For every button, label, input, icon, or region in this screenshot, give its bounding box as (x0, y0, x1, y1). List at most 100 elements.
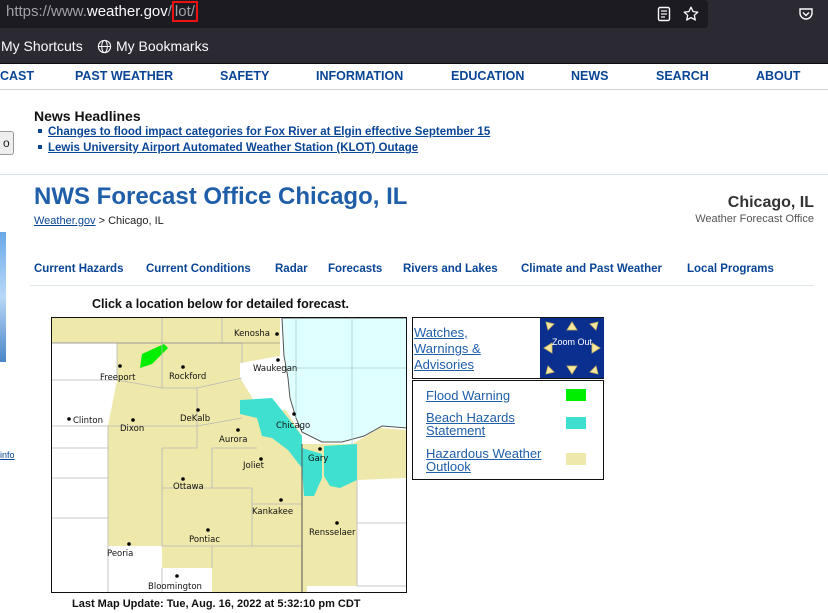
legend-beach-hazards-link[interactable]: Beach Hazards Statement (426, 411, 556, 437)
page-title: NWS Forecast Office Chicago, IL (34, 183, 408, 210)
city-label[interactable]: Rockford (169, 372, 206, 382)
bookmark-my-bookmarks[interactable]: My Bookmarks (116, 38, 209, 54)
subnav-forecasts[interactable]: Forecasts (328, 263, 382, 275)
bullet-icon (38, 145, 42, 149)
hazard-legend: Flood Warning Beach Hazards Statement Ha… (412, 380, 604, 480)
city-label[interactable]: Ottawa (173, 482, 204, 492)
subnav-rivers-lakes[interactable]: Rivers and Lakes (403, 263, 498, 275)
legend-hazardous-outlook-link[interactable]: Hazardous Weather Outlook (426, 447, 556, 473)
city-label[interactable]: Kenosha (234, 329, 270, 339)
city-label[interactable]: Freeport (100, 373, 136, 383)
city-label[interactable]: Clinton (73, 416, 103, 426)
city-marker-icon[interactable] (67, 417, 71, 421)
map-last-update: Last Map Update: Tue, Aug. 16, 2022 at 5… (72, 598, 361, 610)
office-city: Chicago, IL (727, 194, 814, 211)
left-info-link[interactable]: info (0, 450, 15, 460)
city-label[interactable]: Kankakee (252, 507, 293, 517)
nav-past-weather[interactable]: PAST WEATHER (75, 69, 173, 83)
city-marker-icon[interactable] (181, 365, 185, 369)
nav-education[interactable]: EDUCATION (451, 69, 524, 83)
subnav-climate[interactable]: Climate and Past Weather (521, 263, 662, 275)
subnav-local-programs[interactable]: Local Programs (687, 263, 774, 275)
subnav-current-conditions[interactable]: Current Conditions (146, 263, 251, 275)
city-marker-icon[interactable] (206, 528, 210, 532)
browser-window: https://www.weather.gov/lot/ My Shortcut… (0, 0, 828, 613)
breadcrumb-home-link[interactable]: Weather.gov (34, 215, 96, 227)
left-partial-image (0, 232, 6, 362)
city-marker-icon[interactable] (118, 364, 122, 368)
city-label[interactable]: DeKalb (180, 414, 210, 424)
url-text[interactable]: https://www.weather.gov/lot/ (6, 1, 198, 22)
nav-forecast[interactable]: CAST (0, 69, 34, 83)
city-marker-icon[interactable] (276, 358, 280, 362)
city-label[interactable]: Waukegan (253, 364, 297, 374)
zoom-out-label: Zoom Out (551, 337, 592, 347)
subnav-current-hazards[interactable]: Current Hazards (34, 263, 123, 275)
url-prefix: https://www. (6, 3, 87, 20)
news-link[interactable]: Lewis University Airport Automated Weath… (48, 142, 418, 154)
globe-icon (97, 39, 112, 54)
nav-information[interactable]: INFORMATION (316, 69, 403, 83)
legend-beach-hazards-swatch (566, 417, 586, 429)
nav-safety[interactable]: SAFETY (220, 69, 269, 83)
divider (30, 285, 814, 286)
city-marker-icon[interactable] (318, 447, 322, 451)
zoom-out-button[interactable]: Zoom Out (540, 318, 604, 378)
hazard-map[interactable]: Kenosha Waukegan Freeport Rockford Clinton De… (51, 317, 407, 593)
bookmarks-toolbar: My Shortcuts My Bookmarks (0, 28, 828, 64)
city-label[interactable]: Aurora (219, 435, 247, 445)
nav-news[interactable]: NEWS (571, 69, 609, 83)
zoom-arrow-icon (545, 365, 555, 375)
nav-about[interactable]: ABOUT (756, 69, 800, 83)
star-bookmark-icon[interactable] (683, 6, 699, 22)
city-marker-icon[interactable] (196, 408, 200, 412)
city-label[interactable]: Dixon (120, 424, 144, 434)
news-item[interactable]: Changes to flood impact categories for F… (38, 126, 490, 138)
watches-box: Watches, Warnings & Advisories Zoom Out (412, 317, 604, 379)
news-item[interactable]: Lewis University Airport Automated Weath… (38, 142, 418, 154)
map-instruction: Click a location below for detailed fore… (92, 297, 350, 311)
city-marker-icon[interactable] (181, 477, 185, 481)
divider (0, 174, 828, 175)
url-field[interactable]: https://www.weather.gov/lot/ (0, 0, 708, 28)
city-label[interactable]: Rensselaer (309, 528, 356, 538)
zoom-arrow-icon (566, 365, 578, 375)
bookmark-my-shortcuts[interactable]: My Shortcuts (1, 38, 83, 54)
city-marker-icon[interactable] (131, 418, 135, 422)
zoom-arrow-icon (545, 321, 555, 331)
city-marker-icon[interactable] (175, 574, 179, 578)
bullet-icon (38, 129, 42, 133)
breadcrumb: Weather.gov > Chicago, IL (34, 215, 164, 227)
url-toolbar: https://www.weather.gov/lot/ (0, 0, 828, 28)
top-nav: CAST PAST WEATHER SAFETY INFORMATION EDU… (0, 64, 828, 90)
city-marker-icon[interactable] (236, 428, 240, 432)
watches-warnings-link[interactable]: Watches, Warnings & Advisories (414, 325, 524, 373)
legend-flood-warning-link[interactable]: Flood Warning (426, 389, 556, 402)
url-path-highlight: lot/ (171, 1, 198, 22)
reader-view-icon[interactable] (656, 6, 672, 22)
news-headlines-title: News Headlines (34, 108, 141, 124)
subnav-radar[interactable]: Radar (275, 263, 308, 275)
city-label[interactable]: Joliet (242, 461, 265, 471)
pocket-icon[interactable] (798, 6, 814, 22)
map-beach-hazards-area[interactable] (324, 444, 357, 488)
city-marker-icon[interactable] (292, 412, 296, 416)
zoom-arrows-icon (543, 321, 601, 375)
zoom-arrow-icon (589, 321, 599, 331)
nav-search[interactable]: SEARCH (656, 69, 709, 83)
city-marker-icon[interactable] (279, 498, 283, 502)
city-label[interactable]: Chicago (276, 421, 310, 431)
url-host: weather.gov (86, 3, 168, 20)
legend-hazardous-outlook-swatch (566, 453, 586, 465)
city-marker-icon[interactable] (275, 332, 279, 336)
city-label[interactable]: Peoria (107, 549, 133, 559)
city-label[interactable]: Bloomington (148, 582, 202, 592)
city-marker-icon[interactable] (127, 542, 131, 546)
legend-flood-warning-swatch (566, 389, 586, 401)
city-marker-icon[interactable] (335, 521, 339, 525)
hazard-map-svg[interactable]: Kenosha Waukegan Freeport Rockford Clinton De… (52, 318, 407, 593)
left-edge-button[interactable]: o (0, 131, 14, 155)
city-label[interactable]: Gary (308, 454, 328, 464)
news-link[interactable]: Changes to flood impact categories for F… (48, 126, 490, 138)
city-label[interactable]: Pontiac (189, 535, 220, 545)
